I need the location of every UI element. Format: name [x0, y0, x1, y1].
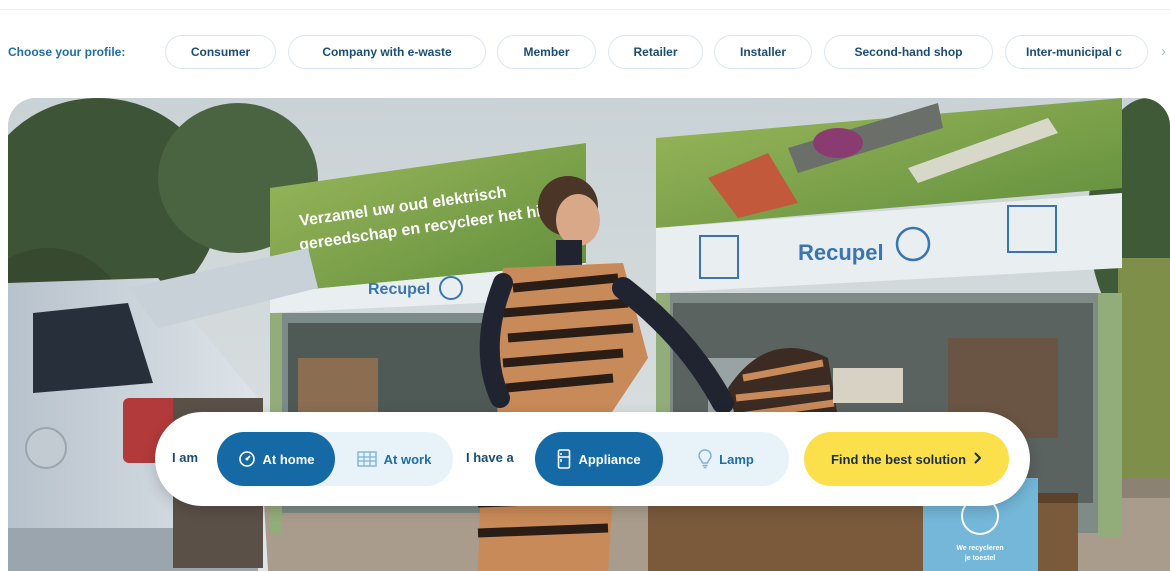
profile-chip-consumer[interactable]: Consumer — [165, 35, 276, 69]
top-divider — [0, 9, 1170, 10]
option-at-work[interactable]: At work — [335, 432, 453, 486]
find-best-solution-button[interactable]: Find the best solution — [804, 432, 1009, 486]
profile-chip-retailer[interactable]: Retailer — [608, 35, 703, 69]
location-toggle-group: At home At work — [217, 432, 453, 486]
bin-sign-line1: We recycleren — [956, 545, 1003, 552]
find-best-solution-label: Find the best solution — [830, 451, 967, 467]
profile-chip-member[interactable]: Member — [497, 35, 596, 69]
option-at-home-label: At home — [262, 451, 315, 467]
profile-chip-second-hand-shop[interactable]: Second-hand shop — [824, 35, 993, 69]
option-at-work-label: At work — [383, 451, 432, 467]
option-appliance[interactable]: Appliance — [535, 432, 663, 486]
option-lamp[interactable]: Lamp — [663, 432, 789, 486]
chevron-right-icon — [974, 452, 982, 467]
profile-chip-company-with-e-waste[interactable]: Company with e-waste — [288, 35, 486, 69]
option-at-home[interactable]: At home — [217, 432, 335, 486]
home-meter-icon — [238, 450, 256, 468]
profile-chip-inter-municipal[interactable]: Inter-municipal c — [1005, 35, 1148, 69]
profile-chip-inter-municipal-label: Inter-municipal c — [1026, 45, 1123, 59]
profile-bar: Choose your profile: Consumer Company wi… — [0, 33, 1170, 73]
scroll-right-icon[interactable]: › — [1161, 43, 1166, 60]
profile-label: Choose your profile: — [8, 45, 126, 59]
i-am-label: I am — [172, 450, 199, 465]
profile-chip-installer[interactable]: Installer — [714, 35, 812, 69]
bin-sign-line2: je toestel — [964, 555, 995, 562]
office-building-icon — [356, 450, 377, 468]
lightbulb-icon — [698, 449, 712, 469]
chip-fade — [1117, 36, 1147, 68]
option-appliance-label: Appliance — [578, 451, 641, 467]
item-toggle-group: Appliance Lamp — [535, 432, 789, 486]
option-lamp-label: Lamp — [719, 451, 754, 467]
i-have-a-label: I have a — [466, 450, 514, 465]
container-left-logo: Recupel — [368, 281, 430, 298]
fridge-icon — [557, 449, 571, 469]
container-right-logo: Recupel — [798, 240, 884, 265]
solution-finder: I am At home At work I have a Appliance — [155, 412, 1030, 506]
